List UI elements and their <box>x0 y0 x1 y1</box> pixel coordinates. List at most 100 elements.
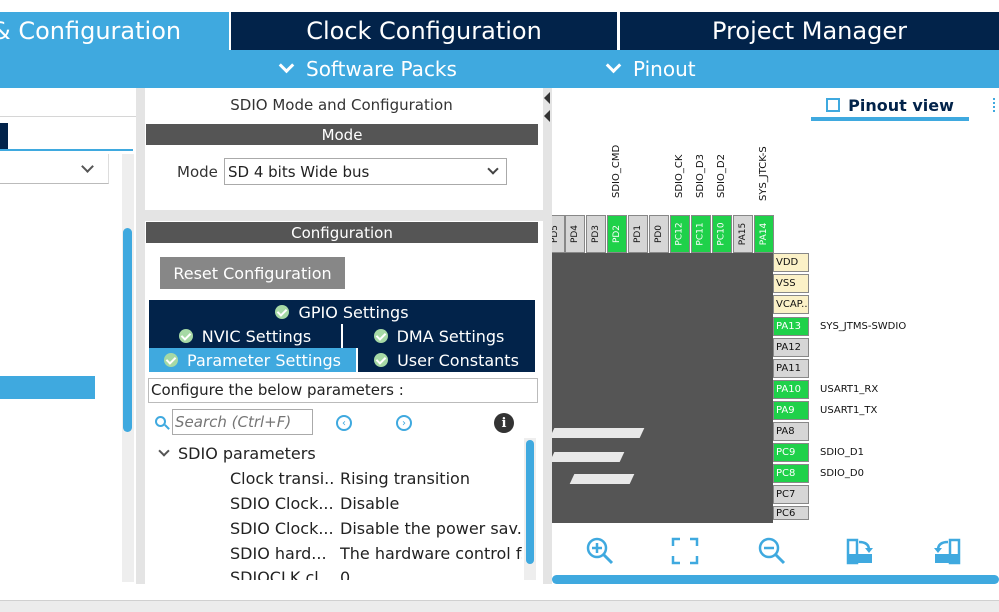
tab-project-manager[interactable]: Project Manager <box>620 12 999 50</box>
category-tab-selected[interactable] <box>0 123 8 149</box>
tab-user-constants-label: User Constants <box>397 350 519 370</box>
pin-top[interactable]: PC11 <box>691 215 711 253</box>
software-packs-menu[interactable]: Software Packs <box>278 50 457 88</box>
zoom-out-icon[interactable] <box>757 536 787 566</box>
pinout-view-label: Pinout view <box>848 95 954 115</box>
pin-label: PA15 <box>738 222 748 246</box>
pin-side[interactable]: PA13 <box>773 317 809 336</box>
reset-configuration-label: Reset Configuration <box>173 263 332 283</box>
pin-top[interactable]: PA15 <box>733 215 753 253</box>
mode-select[interactable]: SD 4 bits Wide bus <box>224 158 507 185</box>
tab-dma-settings[interactable]: DMA Settings <box>343 324 535 348</box>
tab-parameter-settings[interactable]: Parameter Settings <box>149 348 356 372</box>
pin-top[interactable]: PC10 <box>712 215 732 253</box>
check-circle-icon <box>178 329 193 343</box>
param-value: 0 <box>340 568 351 580</box>
pin-side[interactable]: PA11 <box>773 359 809 378</box>
tab-nvic-settings-label: NVIC Settings <box>201 326 312 346</box>
tab-gpio-settings[interactable]: GPIO Settings <box>149 300 535 324</box>
section-separator <box>145 210 543 221</box>
panel-title: SDIO Mode and Configuration <box>230 96 453 114</box>
pin-side[interactable]: PC6 <box>773 506 809 520</box>
pin-side[interactable]: PA10 <box>773 380 809 399</box>
category-filter-dropdown[interactable] <box>0 154 109 184</box>
pin-side[interactable]: PC7 <box>773 485 809 504</box>
chevron-down-icon <box>158 445 170 457</box>
pinout-menu[interactable]: Pinout <box>605 50 696 88</box>
pin-side[interactable]: VDD <box>773 253 809 272</box>
tab-clock-configuration[interactable]: Clock Configuration <box>231 12 617 50</box>
list-view-icon[interactable] <box>993 98 997 112</box>
pin-top[interactable]: PA14 <box>754 215 774 253</box>
pin-label: PD2 <box>612 224 622 244</box>
signal-label: SDIO_D1 <box>820 447 864 458</box>
param-name: SDIO Clock... <box>230 494 334 513</box>
fit-screen-icon[interactable] <box>670 536 700 566</box>
info-icon[interactable]: i <box>494 413 514 433</box>
chevron-down-icon <box>487 163 499 175</box>
pin-top[interactable]: PD5 <box>552 215 565 253</box>
pin-top[interactable]: PC12 <box>670 215 690 253</box>
chip-logo-mark <box>552 452 625 462</box>
param-row[interactable]: Clock transi... Rising transition <box>145 469 523 491</box>
mode-section-header: Mode <box>146 124 538 145</box>
pin-label: PA14 <box>759 222 769 246</box>
search-previous-button[interactable]: ‹ <box>336 415 352 431</box>
chip-icon <box>826 98 841 112</box>
software-packs-label: Software Packs <box>306 57 457 81</box>
signal-label: SYS_JTCK-S <box>758 146 769 201</box>
tab-pinout-configuration[interactable]: & Configuration <box>0 12 229 50</box>
pin-top[interactable]: PD1 <box>628 215 648 253</box>
signal-label: SDIO_CK <box>674 154 685 198</box>
rotate-left-icon[interactable] <box>932 536 962 566</box>
param-row[interactable]: SDIO hard... The hardware control f... <box>145 544 523 566</box>
pin-side[interactable]: VSS <box>773 274 809 293</box>
param-row[interactable]: SDIO Clock... Disable <box>145 494 523 516</box>
search-next-button[interactable]: › <box>396 415 412 431</box>
pin-top[interactable]: PD4 <box>565 215 585 253</box>
param-value: Rising transition <box>340 469 470 488</box>
check-circle-icon <box>275 305 290 319</box>
check-circle-icon <box>374 353 389 367</box>
pin-top[interactable]: PD2 <box>607 215 627 253</box>
param-value: Disable the power sav... <box>340 519 522 538</box>
pin-side[interactable]: PA9 <box>773 401 809 420</box>
pin-side[interactable]: PC8 <box>773 464 809 483</box>
left-scrollbar-thumb[interactable] <box>123 228 132 432</box>
signal-label: SDIO_D0 <box>820 468 864 479</box>
params-scrollbar-thumb[interactable] <box>526 440 534 564</box>
pinout-view-tab[interactable]: Pinout view <box>811 93 969 121</box>
pinout-view-panel: Pinout view SDIO_CMD SDIO_CK SDIO_D3 SDI… <box>552 88 999 584</box>
pin-top[interactable]: PD0 <box>649 215 669 253</box>
pin-top[interactable]: PD3 <box>586 215 606 253</box>
param-value: The hardware control f... <box>340 544 522 563</box>
pin-side[interactable]: VCAP... <box>773 295 809 314</box>
reset-configuration-button[interactable]: Reset Configuration <box>160 257 345 289</box>
collapse-arrow-icon[interactable] <box>544 110 550 122</box>
search-input[interactable] <box>172 409 313 435</box>
param-row[interactable]: SDIOCLK cl... 0 <box>145 568 523 580</box>
tab-gpio-settings-label: GPIO Settings <box>298 302 409 322</box>
rotate-right-icon[interactable] <box>845 536 875 566</box>
selected-category-item[interactable] <box>0 376 95 399</box>
horizontal-scrollbar[interactable] <box>552 575 999 584</box>
tab-nvic-settings[interactable]: NVIC Settings <box>149 324 341 348</box>
chip-logo-mark <box>569 474 635 484</box>
param-name: SDIO hard... <box>230 544 327 563</box>
param-row[interactable]: SDIO Clock... Disable the power sav... <box>145 519 523 541</box>
tab-dma-settings-label: DMA Settings <box>396 326 505 346</box>
pin-side[interactable]: PC9 <box>773 443 809 462</box>
pin-label: PD0 <box>654 224 664 244</box>
collapse-arrow-icon[interactable] <box>544 92 550 104</box>
tab-user-constants[interactable]: User Constants <box>358 348 535 372</box>
sdio-parameters-label: SDIO parameters <box>178 444 316 463</box>
configuration-section-header-label: Configuration <box>291 223 393 242</box>
pin-side[interactable]: PA8 <box>773 422 809 441</box>
param-name: SDIOCLK cl... <box>230 568 334 580</box>
zoom-in-icon[interactable] <box>585 536 615 566</box>
signal-label: SYS_JTMS-SWDIO <box>820 321 907 332</box>
left-pane-border <box>136 88 145 584</box>
pin-side[interactable]: PA12 <box>773 338 809 357</box>
chevron-down-icon <box>605 57 622 73</box>
pane-splitter[interactable] <box>543 88 552 584</box>
